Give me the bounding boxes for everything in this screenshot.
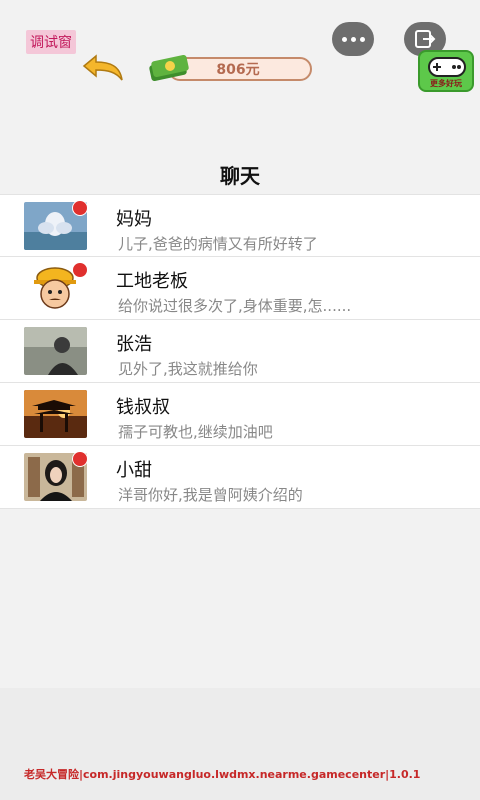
more-games-label: 更多好玩	[430, 79, 462, 88]
debug-window-tag[interactable]: 调试窗	[26, 30, 76, 54]
money-balance: 806元	[146, 54, 312, 82]
chat-preview: 见外了,我这就推给你	[118, 360, 258, 378]
exit-icon	[415, 30, 436, 48]
footer: 老吴大冒险|com.jingyouwangluo.lwdmx.nearme.ga…	[0, 688, 480, 800]
unread-badge	[72, 451, 88, 467]
chat-preview: 孺子可教也,继续加油吧	[118, 423, 273, 441]
unread-badge	[72, 262, 88, 278]
unread-badge	[72, 200, 88, 216]
chat-list: 妈妈 儿子,爸爸的病情又有所好转了 工地老板 给你说过很多次了,身体重要,怎..…	[0, 194, 480, 509]
money-amount: 806元	[216, 62, 260, 78]
chat-preview: 儿子,爸爸的病情又有所好转了	[118, 235, 318, 253]
avatar	[24, 390, 87, 438]
chat-item-uncle-qian[interactable]: 钱叔叔 孺子可教也,继续加油吧	[0, 383, 480, 446]
chat-name: 张浩	[116, 334, 152, 355]
more-dots-icon	[341, 36, 347, 42]
back-arrow-icon[interactable]	[80, 54, 126, 84]
more-menu-button[interactable]	[332, 22, 374, 56]
chat-item-xiaotian[interactable]: 小甜 洋哥你好,我是曾阿姨介绍的	[0, 446, 480, 509]
chat-preview: 给你说过很多次了,身体重要,怎......	[118, 297, 352, 315]
footer-app-info: 老吴大冒险|com.jingyouwangluo.lwdmx.nearme.ga…	[24, 768, 421, 781]
more-games-button[interactable]: 更多好玩	[418, 50, 474, 92]
chat-name: 小甜	[116, 460, 152, 481]
pagoda-sunset-avatar-icon	[24, 390, 87, 438]
person-photo-avatar-icon	[24, 327, 87, 375]
chat-name: 钱叔叔	[116, 397, 170, 418]
chat-item-zhanghao[interactable]: 张浩 见外了,我这就推给你	[0, 320, 480, 383]
avatar	[24, 327, 87, 375]
chat-name: 妈妈	[116, 209, 152, 230]
chat-preview: 洋哥你好,我是曾阿姨介绍的	[118, 486, 303, 504]
cash-stack-icon	[149, 54, 189, 82]
page-title: 聊天	[220, 164, 260, 188]
chat-name: 工地老板	[116, 271, 188, 292]
chat-item-boss[interactable]: 工地老板 给你说过很多次了,身体重要,怎......	[0, 257, 480, 320]
chat-item-mom[interactable]: 妈妈 儿子,爸爸的病情又有所好转了	[0, 194, 480, 257]
